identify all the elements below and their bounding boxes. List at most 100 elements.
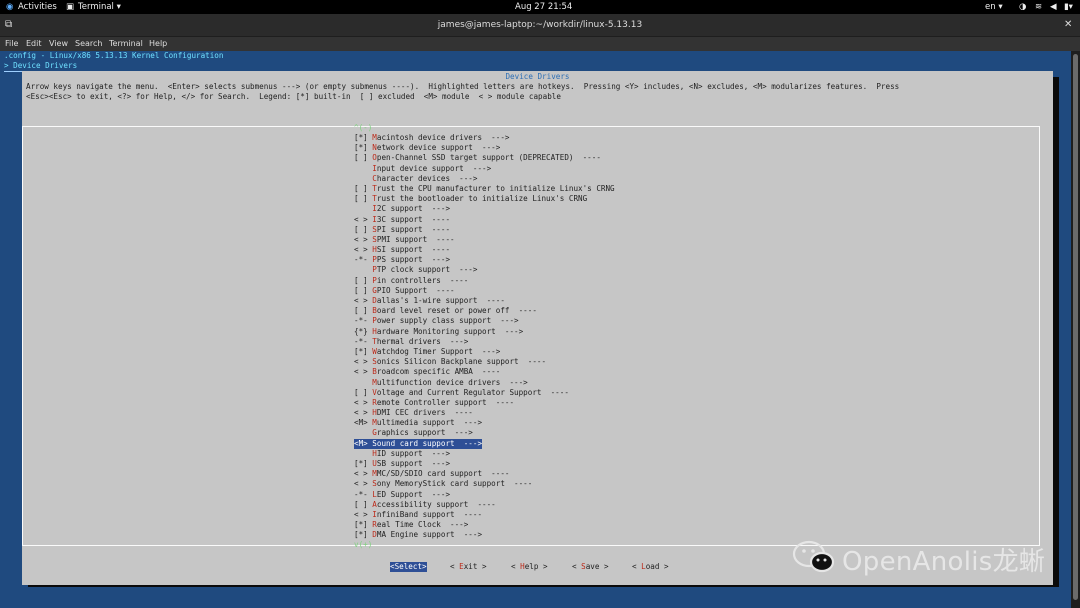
activities-button[interactable]: Activities [18, 1, 57, 13]
item-label: PS support ---> [376, 255, 451, 265]
menu-item[interactable]: PTP clock support ---> [354, 265, 615, 275]
item-state: [*] [354, 143, 373, 153]
menu-item[interactable]: [*] USB support ---> [354, 459, 615, 469]
item-state: [*] [354, 133, 373, 142]
menu-item[interactable]: [*] Watchdog Timer Support ---> [354, 347, 615, 357]
menu-item[interactable]: -*- LED Support ---> [354, 490, 615, 500]
menu-search[interactable]: Search [75, 39, 102, 48]
menu-list: [*] Macintosh device drivers ---> [*] Net… [354, 133, 615, 541]
menu-item[interactable]: < > Sony MemoryStick card support ---- [354, 479, 615, 489]
item-state: [ ] [354, 183, 373, 193]
item-label: 3C support ---- [376, 214, 451, 224]
item-state: [ ] [354, 194, 373, 204]
menu-item[interactable]: < > Sonics Silicon Backplane support ---… [354, 357, 615, 367]
menu-item[interactable]: [ ] Open-Channel SSD target support (DEP… [354, 153, 615, 163]
menu-terminal[interactable]: Terminal [109, 39, 143, 48]
menu-item[interactable]: [ ] SPI support ---- [354, 225, 615, 235]
menu-item[interactable]: [ ] GPIO Support ---- [354, 286, 615, 296]
menu-file[interactable]: File [5, 39, 18, 48]
menu-item[interactable]: < > InfiniBand support ---- [354, 510, 615, 520]
menu-item[interactable]: Graphics support ---> [354, 428, 615, 438]
menu-item[interactable]: [*] Macintosh device drivers ---> [354, 133, 615, 143]
terminal-content[interactable]: .config - Linux/x86 5.13.13 Kernel Confi… [0, 51, 1071, 608]
menu-item[interactable]: < > HDMI CEC drivers ---- [354, 408, 615, 418]
item-state [354, 204, 372, 213]
menu-item[interactable]: Multifunction device drivers ---> [354, 378, 615, 388]
menu-item[interactable]: <M> Sound card support ---> [354, 438, 483, 449]
menu-item[interactable]: [*] DMA Engine support ---> [354, 530, 615, 540]
menu-item[interactable]: < > HSI support ---- [354, 245, 615, 255]
item-label: roadcom specific AMBA ---- [376, 367, 501, 377]
input-language-menu[interactable]: en ▾ [985, 1, 1003, 13]
accessibility-icon[interactable]: ◑ [1019, 1, 1026, 13]
item-state: [*] [354, 346, 373, 356]
menu-item[interactable]: -*- PPS support ---> [354, 255, 615, 265]
item-label: DMI CEC drivers ---- [376, 408, 473, 418]
menu-item[interactable]: [ ] Accessibility support ---- [354, 500, 615, 510]
app-menu-button[interactable]: Terminal ▾ [78, 1, 121, 13]
menu-item[interactable]: HID support ---> [354, 449, 615, 459]
scrollbar-thumb[interactable] [1073, 54, 1078, 600]
terminal-menubar: File Edit View Search Terminal Help [0, 37, 1080, 51]
menu-item[interactable]: < > Broadcom specific AMBA ---- [354, 367, 615, 377]
help-button[interactable]: < Help > [511, 562, 548, 572]
item-label: ccessibility support ---- [376, 499, 496, 509]
button-label: oad > [645, 562, 669, 571]
menu-item[interactable]: Input device support ---> [354, 164, 615, 174]
menu-view[interactable]: View [49, 39, 68, 48]
item-label: acintosh device drivers ---> [376, 133, 510, 142]
load-button[interactable]: < Load > [632, 562, 669, 572]
item-state: < > [354, 509, 373, 519]
item-state: -*- [354, 316, 373, 326]
item-label: oltage and Current Regulator Support ---… [376, 387, 569, 397]
item-state [354, 265, 372, 274]
menu-item[interactable]: [*] Network device support ---> [354, 143, 615, 153]
menu-edit[interactable]: Edit [26, 39, 42, 48]
item-state: [ ] [354, 499, 373, 509]
button-label: elect> [399, 562, 427, 571]
menu-item[interactable]: < > MMC/SD/SDIO card support ---- [354, 469, 615, 479]
item-label: emote Controller support ---- [376, 397, 515, 407]
menu-item[interactable]: Character devices ---> [354, 174, 615, 184]
window-title-bar[interactable]: ⧉ james@james-laptop:~/workdir/linux-5.1… [0, 14, 1080, 37]
menu-item[interactable]: -*- Power supply class support ---> [354, 316, 615, 326]
menu-item[interactable]: [ ] Voltage and Current Regulator Suppor… [354, 388, 615, 398]
menu-item[interactable]: < > Dallas's 1-wire support ---- [354, 296, 615, 306]
menu-item[interactable]: [ ] Pin controllers ---- [354, 276, 615, 286]
menu-item[interactable]: I2C support ---> [354, 204, 615, 214]
item-label: ound card support ---> [376, 438, 483, 448]
close-window-icon[interactable]: ✕ [1064, 19, 1072, 30]
menu-item[interactable]: < > SPMI support ---- [354, 235, 615, 245]
item-label: nput device support ---> [376, 163, 492, 173]
menu-item[interactable]: {*} Hardware Monitoring support ---> [354, 327, 615, 337]
exit-button[interactable]: < Exit > [450, 562, 487, 572]
help-text-line-1: Arrow keys navigate the menu. <Enter> se… [26, 82, 900, 91]
window-title: james@james-laptop:~/workdir/linux-5.13.… [437, 20, 643, 30]
item-label: SI support ---- [376, 245, 451, 255]
menu-item[interactable]: -*- Thermal drivers ---> [354, 337, 615, 347]
clock[interactable]: Aug 27 21:54 [515, 1, 572, 13]
wechat-icon [792, 540, 835, 573]
item-state: -*- [354, 255, 373, 265]
select-button[interactable]: <Select> [390, 562, 427, 573]
menu-item[interactable]: [*] Real Time Clock ---> [354, 520, 615, 530]
menu-item[interactable]: < > I3C support ---- [354, 215, 615, 225]
item-label: onics Silicon Backplane support ---- [376, 357, 547, 367]
item-label: ultifunction device drivers ---> [376, 377, 528, 387]
terminal-scrollbar[interactable] [1071, 51, 1080, 608]
menu-item[interactable]: [ ] Board level reset or power off ---- [354, 306, 615, 316]
menu-item[interactable]: < > Remote Controller support ---- [354, 398, 615, 408]
battery-icon[interactable]: ▮▾ [1064, 1, 1073, 13]
menu-item[interactable]: [ ] Trust the bootloader to initialize L… [354, 194, 615, 204]
menu-item[interactable]: <M> Multimedia support ---> [354, 418, 615, 428]
menu-help[interactable]: Help [149, 39, 167, 48]
volume-icon[interactable]: ◀ [1050, 1, 1057, 13]
save-button[interactable]: < Save > [572, 562, 609, 572]
menu-item[interactable]: [ ] Trust the CPU manufacturer to initia… [354, 184, 615, 194]
item-state: [ ] [354, 153, 373, 163]
item-label: SB support ---> [376, 459, 451, 469]
item-state: < > [354, 367, 373, 377]
item-state: -*- [354, 336, 373, 346]
item-state [354, 428, 372, 437]
wifi-icon[interactable]: ≋ [1035, 1, 1042, 13]
